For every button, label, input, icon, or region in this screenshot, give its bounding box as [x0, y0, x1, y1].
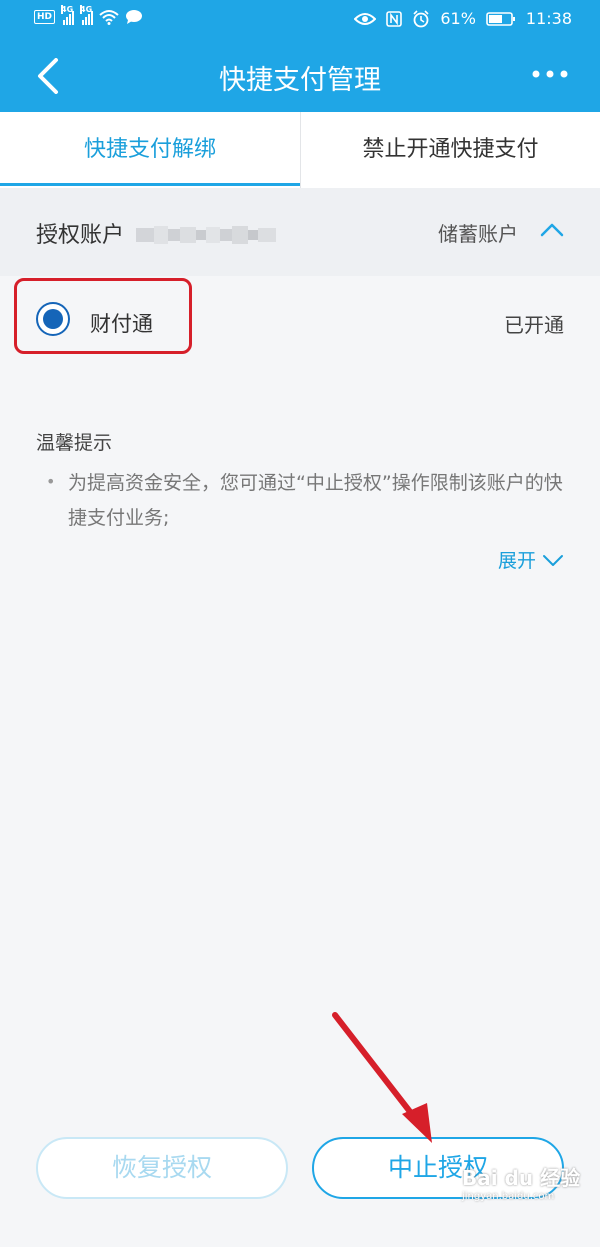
alarm-icon: [413, 9, 429, 27]
bank-status: 已开通: [504, 313, 564, 337]
clock-time: 11:38: [525, 9, 572, 28]
hd-badge: HD: [34, 10, 56, 24]
signal-icon-2: 4G: [80, 5, 94, 25]
eye-icon: [354, 12, 377, 25]
expand-button[interactable]: 展开: [498, 546, 564, 573]
tip-text: 为提高资金安全，您可通过“中止授权”操作限制该账户的快捷支付业务;: [68, 472, 563, 529]
page-title: 快捷支付管理: [219, 65, 381, 96]
signal-icon: 4G: [61, 5, 75, 25]
chevron-down-icon: [543, 554, 563, 566]
tab-bar: 快捷支付解绑 禁止开通快捷支付: [0, 112, 600, 189]
nfc-icon: [386, 10, 403, 27]
restore-authorization-button[interactable]: 恢复授权: [36, 1137, 288, 1199]
watermark-main: Bai du 经验: [462, 1166, 581, 1190]
chevron-up-icon[interactable]: [540, 222, 564, 238]
more-dots-icon[interactable]: [530, 64, 570, 84]
status-bar: HD 4G 4G 61% 11:38: [0, 0, 600, 40]
nav-bar: 快捷支付管理: [0, 40, 600, 112]
account-row[interactable]: 授权账户 储蓄账户: [0, 188, 600, 276]
battery-icon: [486, 11, 515, 26]
tips-title: 温馨提示: [36, 432, 113, 454]
watermark-sub: jingyan.baidu.com: [462, 1191, 555, 1202]
message-icon: [126, 10, 143, 24]
battery-percent: 61%: [440, 9, 476, 28]
tab-unbind[interactable]: 快捷支付解绑: [0, 112, 300, 188]
watermark-logo: Bai du 经验 jingyan.baidu.com: [462, 1162, 592, 1222]
tab-forbid-open[interactable]: 禁止开通快捷支付: [300, 112, 600, 188]
expand-label: 展开: [497, 550, 536, 572]
wifi-icon: [99, 10, 119, 25]
bullet-icon: •: [46, 472, 56, 491]
account-type: 储蓄账户: [438, 222, 518, 246]
account-label: 授权账户: [36, 223, 125, 248]
status-bar-left: HD 4G 4G: [34, 5, 143, 25]
active-tab-indicator: [0, 183, 300, 186]
annotation-highlight-box: [14, 278, 192, 354]
masked-account-number: [136, 226, 276, 244]
status-bar-right: 61% 11:38: [354, 9, 572, 28]
